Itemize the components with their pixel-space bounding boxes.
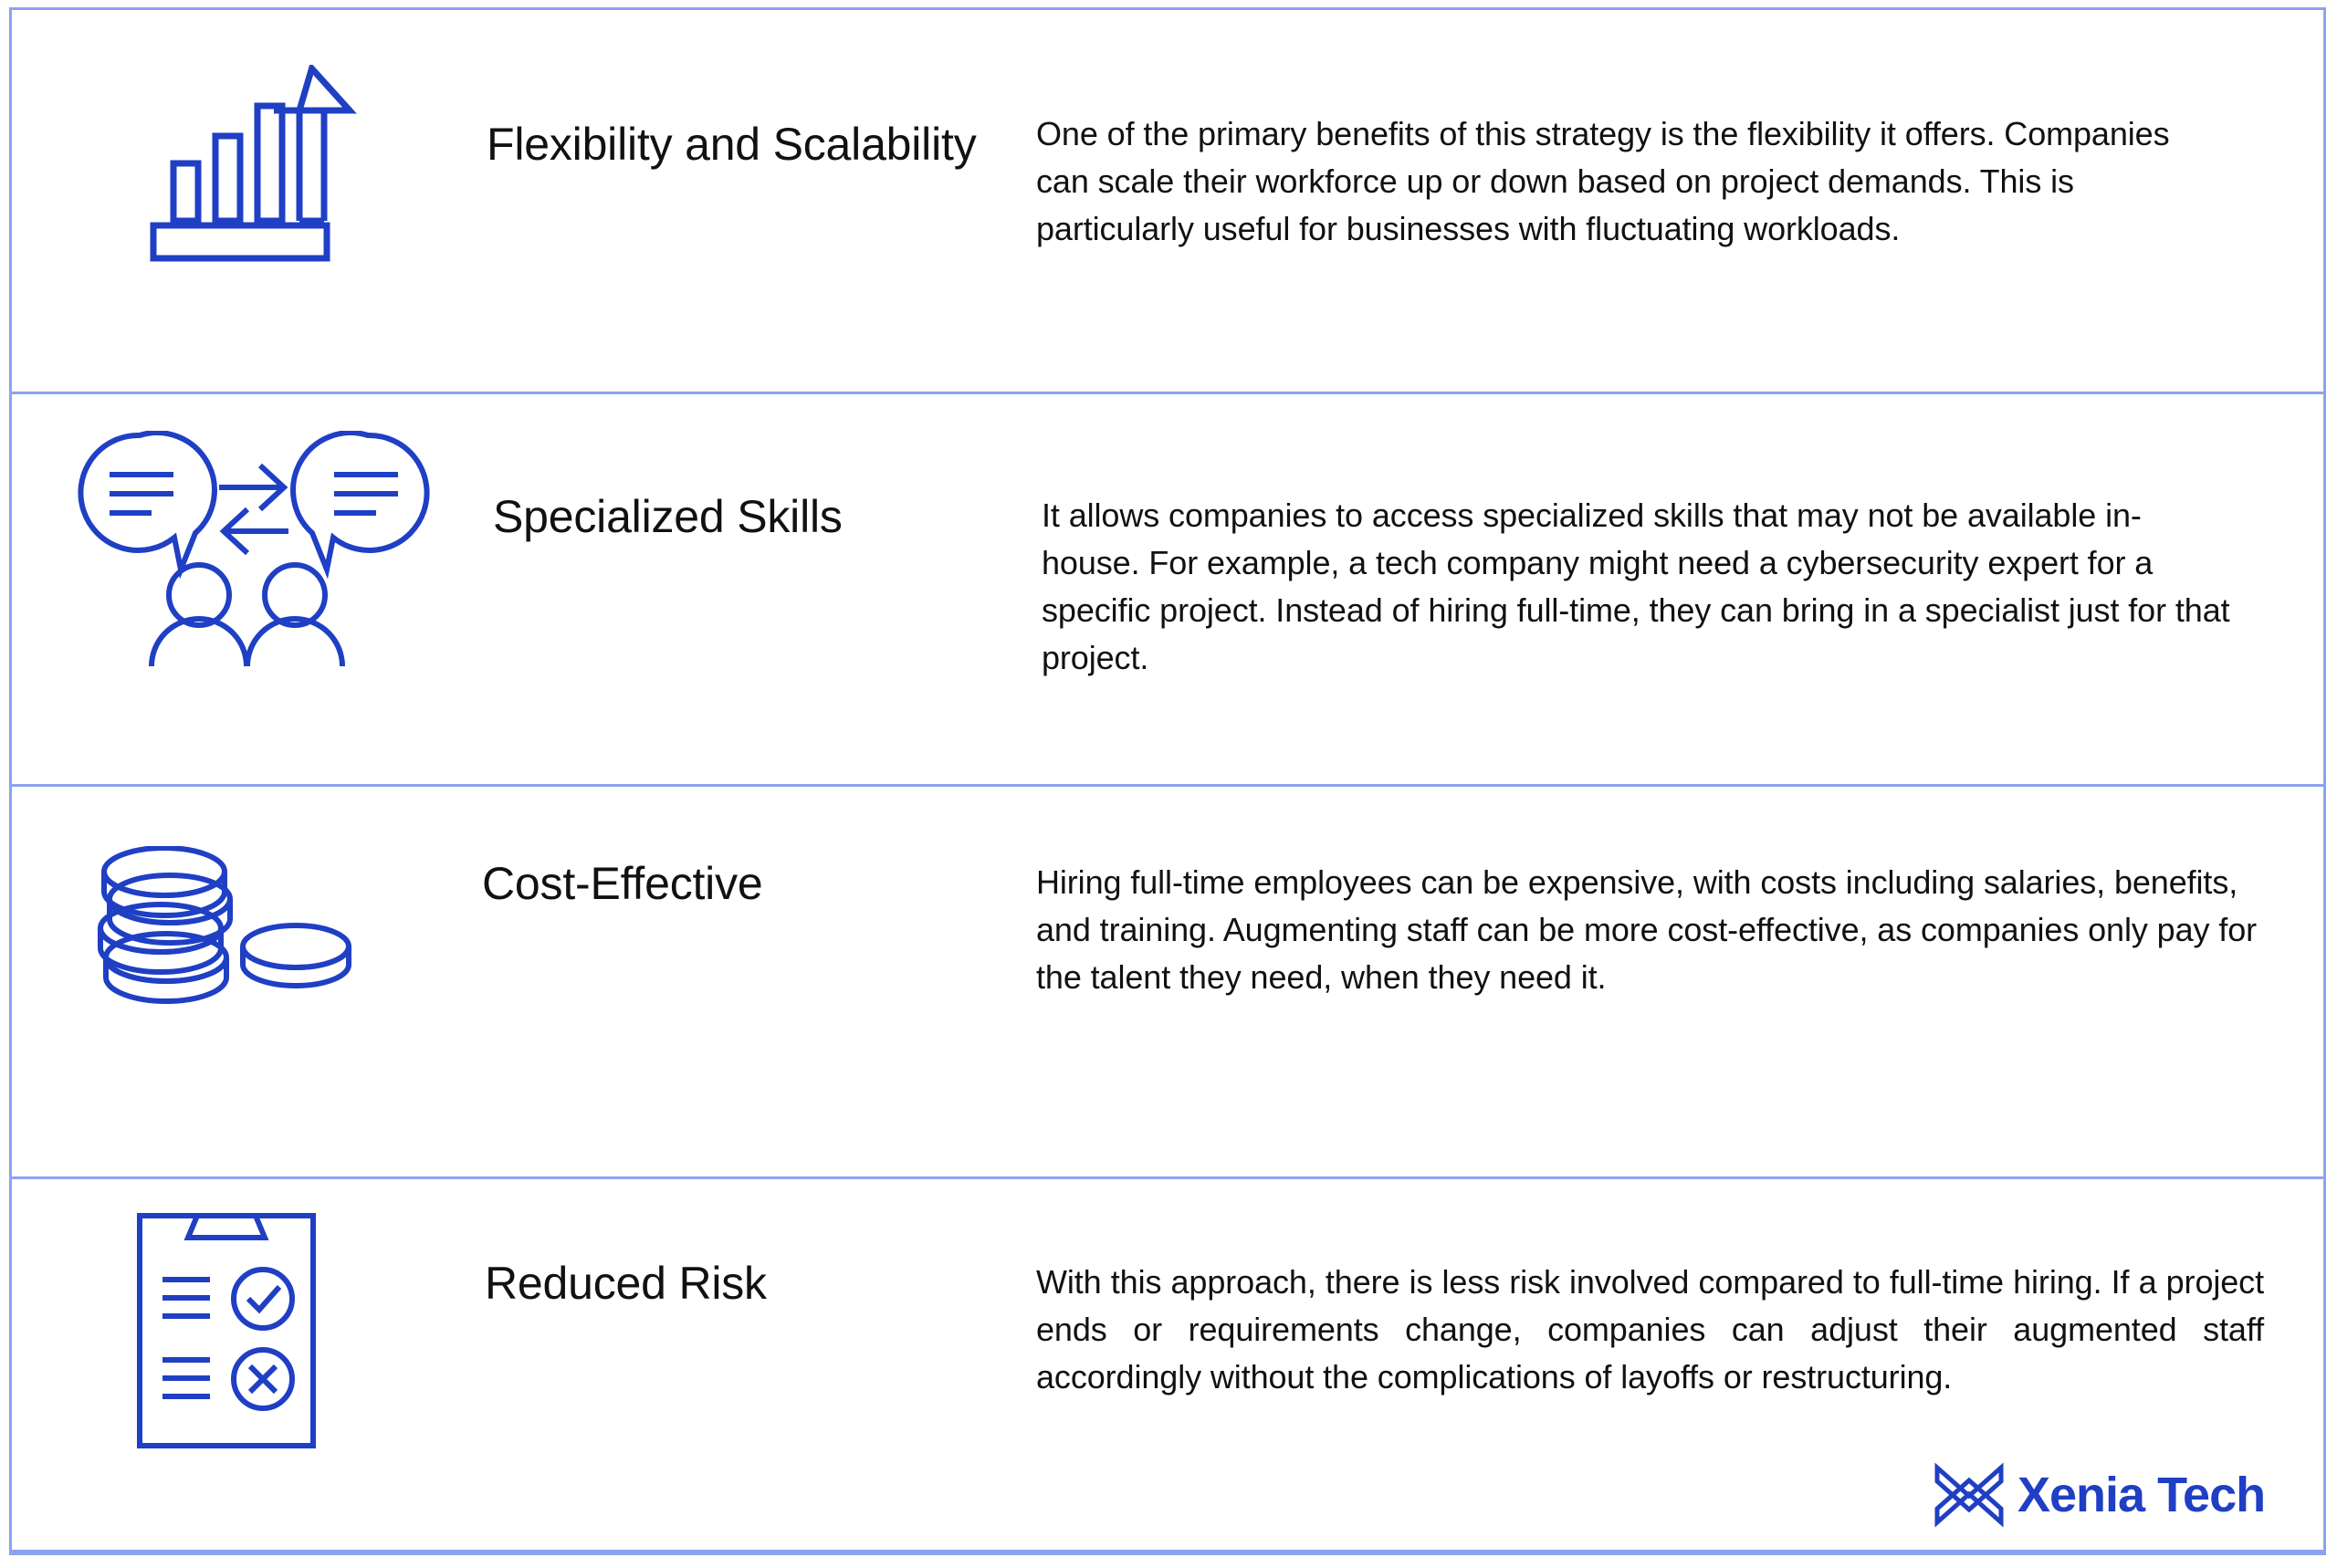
clipboard-checklist-check-cross-icon bbox=[135, 1207, 336, 1453]
icon-cell-2 bbox=[58, 431, 450, 668]
benefit-row-flexibility: Flexibility and Scalability One of the p… bbox=[12, 10, 2323, 394]
body-specialized-skills: It allows companies to access specialize… bbox=[1042, 497, 2230, 676]
icon-cell-3 bbox=[30, 846, 423, 1010]
heading-flexibility-and-scalability: Flexibility and Scalability bbox=[487, 119, 977, 170]
coin-stack-icon bbox=[89, 846, 363, 1010]
infographic-page: Flexibility and Scalability One of the p… bbox=[9, 7, 2326, 1555]
xenia-tech-logo: Xenia Tech bbox=[1934, 1459, 2266, 1531]
growth-bar-chart-arrow-icon bbox=[149, 65, 359, 266]
heading-cost-effective: Cost-Effective bbox=[482, 858, 763, 909]
heading-reduced-risk: Reduced Risk bbox=[485, 1258, 767, 1309]
logo-wordmark: Xenia Tech bbox=[2017, 1468, 2266, 1522]
xenia-x-mark-icon bbox=[1934, 1459, 2005, 1531]
body-cost-effective: Hiring full-time employees can be expens… bbox=[1036, 863, 2258, 996]
icon-cell-1 bbox=[58, 65, 450, 266]
heading-specialized-skills: Specialized Skills bbox=[493, 491, 843, 542]
two-people-speech-bubbles-exchange-icon bbox=[71, 431, 436, 668]
icon-cell-4 bbox=[39, 1207, 432, 1453]
body-reduced-risk: With this approach, there is less risk i… bbox=[1036, 1263, 2264, 1396]
body-flexibility-and-scalability: One of the primary benefits of this stra… bbox=[1036, 115, 2170, 247]
